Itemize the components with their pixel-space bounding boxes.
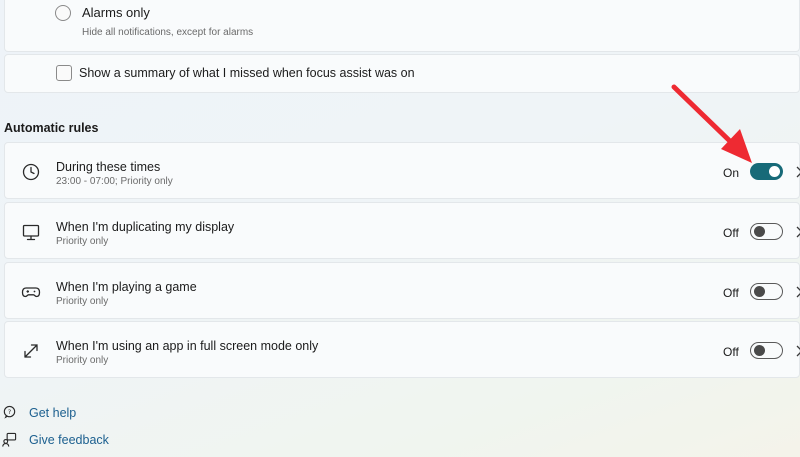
gamepad-icon xyxy=(21,287,41,298)
rule-toggle[interactable] xyxy=(750,223,783,240)
rule-title: When I'm using an app in full screen mod… xyxy=(56,339,319,353)
toggle-knob xyxy=(754,344,765,356)
give-feedback-link[interactable]: Give feedback xyxy=(2,432,109,447)
clock-icon xyxy=(22,163,40,181)
expand-icon xyxy=(24,344,38,358)
rule-state-label: On xyxy=(723,166,740,180)
alarms-only-option[interactable]: Alarms only Hide all notifications, exce… xyxy=(4,0,800,52)
chevron-right-icon[interactable] xyxy=(794,344,800,358)
toggle-knob xyxy=(754,225,765,237)
help-chat-icon: ? xyxy=(3,405,16,419)
monitor-icon xyxy=(22,224,40,241)
rule-toggle[interactable] xyxy=(750,342,783,359)
rule-duplicating-display[interactable]: When I'm duplicating my display Priority… xyxy=(4,202,800,259)
rule-subtitle: Priority only xyxy=(56,296,109,307)
rule-subtitle: Priority only xyxy=(56,236,109,247)
chevron-right-icon[interactable] xyxy=(794,225,800,239)
rule-toggle[interactable] xyxy=(750,283,783,300)
chevron-right-icon[interactable] xyxy=(794,285,800,299)
rule-during-these-times[interactable]: During these times 23:00 - 07:00; Priori… xyxy=(4,142,800,199)
rule-playing-game[interactable]: When I'm playing a game Priority only Of… xyxy=(4,262,800,319)
rule-state-label: Off xyxy=(723,226,739,240)
give-feedback-label: Give feedback xyxy=(29,432,109,447)
automatic-rules-heading: Automatic rules xyxy=(4,121,99,135)
rule-full-screen-app[interactable]: When I'm using an app in full screen mod… xyxy=(4,321,800,378)
rule-toggle[interactable] xyxy=(750,163,783,180)
svg-text:?: ? xyxy=(8,408,12,416)
get-help-link[interactable]: ? Get help xyxy=(2,405,76,420)
summary-checkbox[interactable] xyxy=(56,65,72,81)
summary-option[interactable]: Show a summary of what I missed when foc… xyxy=(4,54,800,93)
feedback-icon xyxy=(2,432,17,447)
chevron-right-icon[interactable] xyxy=(794,165,800,179)
rule-subtitle: 23:00 - 07:00; Priority only xyxy=(56,176,173,187)
toggle-knob xyxy=(754,285,765,297)
toggle-knob xyxy=(769,166,780,177)
rule-state-label: Off xyxy=(723,286,739,300)
rule-subtitle: Priority only xyxy=(56,355,109,366)
alarms-only-description: Hide all notifications, except for alarm… xyxy=(82,27,254,38)
rule-state-label: Off xyxy=(723,345,739,359)
rule-title: When I'm playing a game xyxy=(56,280,197,294)
alarms-only-label: Alarms only xyxy=(82,5,150,20)
rule-title: When I'm duplicating my display xyxy=(56,220,235,234)
alarms-only-radio[interactable] xyxy=(55,5,71,21)
summary-label: Show a summary of what I missed when foc… xyxy=(79,66,415,80)
get-help-label: Get help xyxy=(29,405,77,420)
rule-title: During these times xyxy=(56,160,161,174)
